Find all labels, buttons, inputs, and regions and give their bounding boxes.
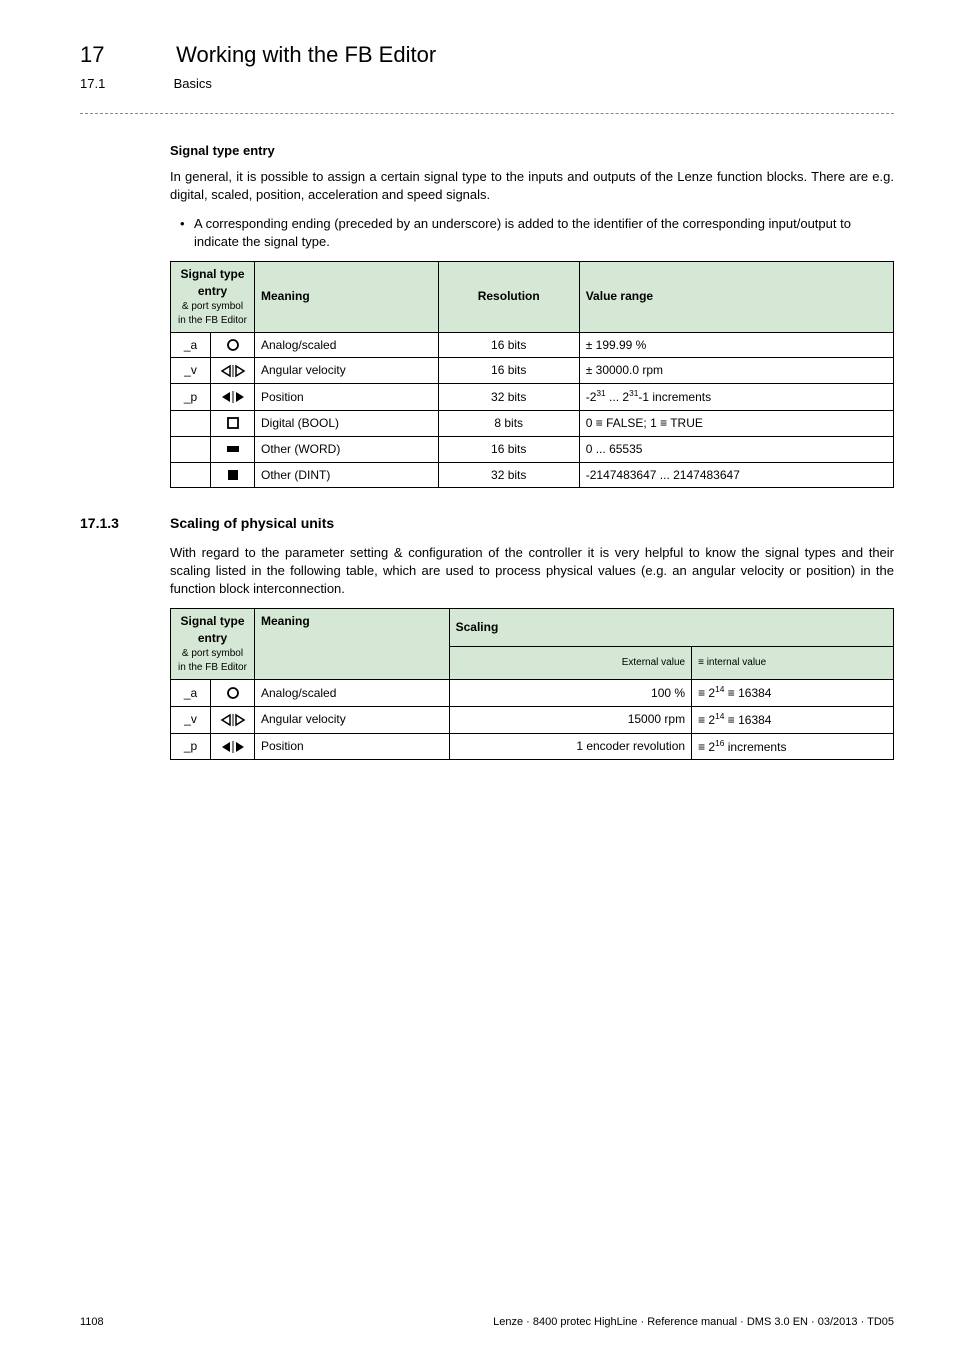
circle-icon [211,332,255,358]
t2-r0-sym: _a [171,680,211,707]
page-number: 1108 [80,1315,104,1330]
signal-type-paragraph: In general, it is possible to assign a c… [170,168,894,204]
t1-r1-res: 16 bits [438,358,579,384]
triangle-outline-pair-icon [211,358,255,384]
table-row: Other (WORD) 16 bits 0 ... 65535 [171,436,894,462]
t1-r3-range: 0 ≡ FALSE; 1 ≡ TRUE [579,410,893,436]
t2-r1-mean: Angular velocity [255,706,450,733]
t1-h1-sub: & port symbol in the FB Editor [177,300,248,328]
signal-type-table: Signal type entry & port symbol in the F… [170,261,894,488]
table-row: _p Position 32 bits -231 ... 231-1 incre… [171,384,894,411]
section-title: Scaling of physical units [170,514,334,534]
table-row: _a Analog/scaled 16 bits ± 199.99 % [171,332,894,358]
circle-icon [211,680,255,707]
chapter-title: Working with the FB Editor [176,42,436,67]
triangle-filled-pair-icon [211,733,255,760]
section-heading-row: 17.1.3 Scaling of physical units [80,514,894,534]
t1-r3-mean: Digital (BOOL) [255,410,439,436]
sub-number: 17.1 [80,75,170,93]
t2-r1-ext: 15000 rpm [449,706,691,733]
t1-r4-sym [171,436,211,462]
t1-r0-range: ± 199.99 % [579,332,893,358]
t1-h2: Meaning [255,261,439,332]
t1-r2-res: 32 bits [438,384,579,411]
t1-r2-mean: Position [255,384,439,411]
t1-r3-sym [171,410,211,436]
t2-r0-int: ≡ 214 ≡ 16384 [692,680,894,707]
table-row: _v Angular velocity 15000 rpm ≡ 214 ≡ 16… [171,706,894,733]
triangle-outline-pair-icon [211,706,255,733]
table-row: _a Analog/scaled 100 % ≡ 214 ≡ 16384 [171,680,894,707]
t2-h2: Meaning [255,609,450,680]
table-row: Digital (BOOL) 8 bits 0 ≡ FALSE; 1 ≡ TRU… [171,410,894,436]
t1-r1-range: ± 30000.0 rpm [579,358,893,384]
t1-r0-res: 16 bits [438,332,579,358]
t2-h1: Signal type entry & port symbol in the F… [171,609,255,680]
t2-r2-mean: Position [255,733,450,760]
subheading-row: 17.1 Basics [80,75,894,93]
divider [80,113,894,114]
table-row: _p Position 1 encoder revolution ≡ 216 i… [171,733,894,760]
t2-r0-ext: 100 % [449,680,691,707]
footer-reference: Lenze · 8400 protec HighLine · Reference… [493,1315,894,1330]
rect-small-filled-icon [211,436,255,462]
t1-r4-mean: Other (WORD) [255,436,439,462]
t1-r0-sym: _a [171,332,211,358]
t2-h3b: ≡ internal value [692,646,894,679]
t2-h1-sub: & port symbol in the FB Editor [177,647,248,675]
t1-r4-res: 16 bits [438,436,579,462]
section-paragraph: With regard to the parameter setting & c… [170,544,894,599]
t1-r3-res: 8 bits [438,410,579,436]
t2-r1-int: ≡ 214 ≡ 16384 [692,706,894,733]
t2-h3a: External value [449,646,691,679]
t1-r5-sym [171,462,211,488]
table-row: Other (DINT) 32 bits -2147483647 ... 214… [171,462,894,488]
t1-r5-mean: Other (DINT) [255,462,439,488]
t1-r0-mean: Analog/scaled [255,332,439,358]
t1-h1: Signal type entry & port symbol in the F… [171,261,255,332]
signal-type-heading: Signal type entry [170,142,894,160]
section-number: 17.1.3 [80,514,170,534]
chapter-heading: 17 Working with the FB Editor [80,40,894,71]
t1-r2-sym: _p [171,384,211,411]
t1-r5-res: 32 bits [438,462,579,488]
t2-h1-text: Signal type entry [180,614,244,645]
square-outline-icon [211,410,255,436]
triangle-filled-pair-icon [211,384,255,411]
t1-h1-text: Signal type entry [180,267,244,298]
square-filled-icon [211,462,255,488]
t1-r5-range: -2147483647 ... 2147483647 [579,462,893,488]
bullet-marker: • [180,215,194,251]
t2-r2-int: ≡ 216 increments [692,733,894,760]
t1-r1-mean: Angular velocity [255,358,439,384]
t1-r4-range: 0 ... 65535 [579,436,893,462]
t1-r2-range: -231 ... 231-1 increments [579,384,893,411]
bullet-text: A corresponding ending (preceded by an u… [194,215,894,251]
t2-r1-sym: _v [171,706,211,733]
scaling-table: Signal type entry & port symbol in the F… [170,608,894,760]
t1-h4: Value range [579,261,893,332]
table-row: _v Angular velocity 16 bits ± 30000.0 rp… [171,358,894,384]
t2-r2-ext: 1 encoder revolution [449,733,691,760]
bullet-item: • A corresponding ending (preceded by an… [170,215,894,251]
t2-r2-sym: _p [171,733,211,760]
t2-h3: Scaling [449,609,893,646]
t1-h3: Resolution [438,261,579,332]
t2-r0-mean: Analog/scaled [255,680,450,707]
sub-title: Basics [174,76,212,91]
page-footer: 1108 Lenze · 8400 protec HighLine · Refe… [80,1315,894,1330]
chapter-number: 17 [80,40,170,71]
t1-r1-sym: _v [171,358,211,384]
